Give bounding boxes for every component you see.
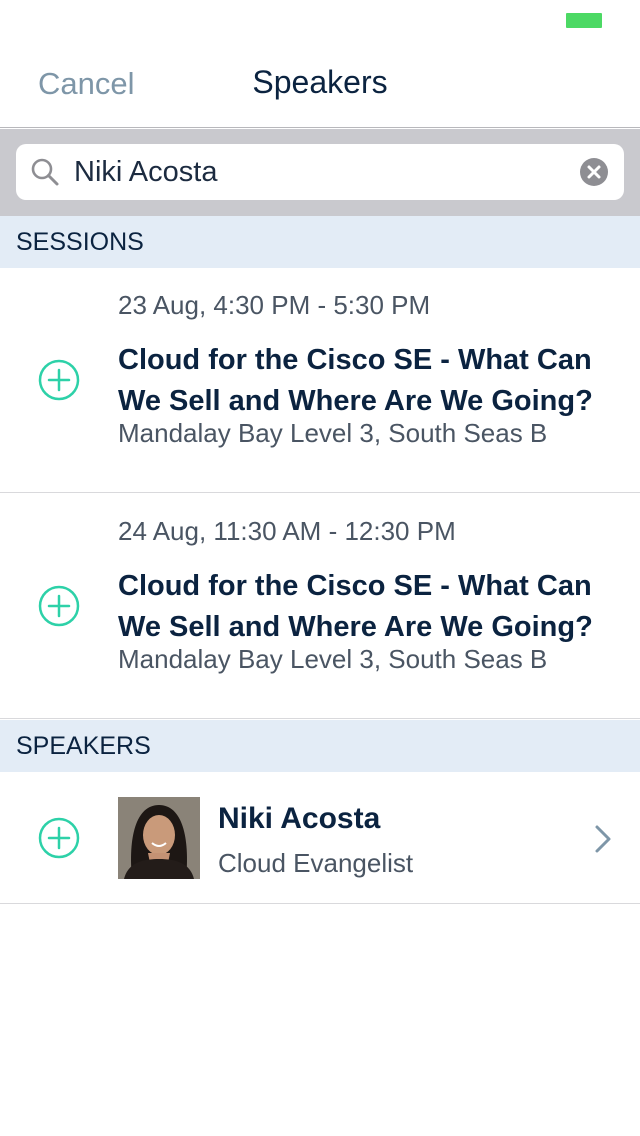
session-title: Cloud for the Cisco SE - What Can We Sel… — [118, 344, 593, 417]
battery-icon — [566, 13, 602, 28]
search-box[interactable] — [16, 144, 624, 200]
section-header-sessions: SESSIONS — [0, 216, 640, 268]
section-header-label: SESSIONS — [16, 228, 144, 256]
speaker-name: Niki Acosta — [218, 802, 381, 835]
add-circle-icon[interactable] — [38, 585, 80, 627]
avatar — [118, 797, 200, 879]
add-circle-icon[interactable] — [38, 817, 80, 859]
chevron-right-icon[interactable] — [594, 824, 612, 854]
session-row[interactable]: 23 Aug, 4:30 PM - 5:30 PM Cloud for the … — [0, 268, 640, 493]
session-time: 24 Aug, 11:30 AM - 12:30 PM — [118, 516, 456, 546]
search-icon — [31, 158, 59, 186]
session-title: Cloud for the Cisco SE - What Can We Sel… — [118, 570, 593, 643]
session-time: 23 Aug, 4:30 PM - 5:30 PM — [118, 290, 431, 320]
add-circle-icon[interactable] — [38, 359, 80, 401]
clear-icon[interactable] — [580, 158, 608, 186]
search-bar — [0, 129, 640, 216]
navigation-bar: Cancel Speakers — [0, 40, 640, 128]
section-header-label: SPEAKERS — [16, 732, 151, 760]
section-header-speakers: SPEAKERS — [0, 720, 640, 772]
page-title: Speakers — [252, 64, 388, 100]
speaker-row[interactable]: Niki Acosta Cloud Evangelist — [0, 772, 640, 904]
session-location: Mandalay Bay Level 3, South Seas B — [118, 644, 548, 674]
search-input[interactable] — [74, 153, 554, 191]
speaker-role: Cloud Evangelist — [218, 848, 414, 878]
session-row[interactable]: 24 Aug, 11:30 AM - 12:30 PM Cloud for th… — [0, 494, 640, 719]
status-bar — [0, 0, 640, 40]
session-location: Mandalay Bay Level 3, South Seas B — [118, 418, 548, 448]
